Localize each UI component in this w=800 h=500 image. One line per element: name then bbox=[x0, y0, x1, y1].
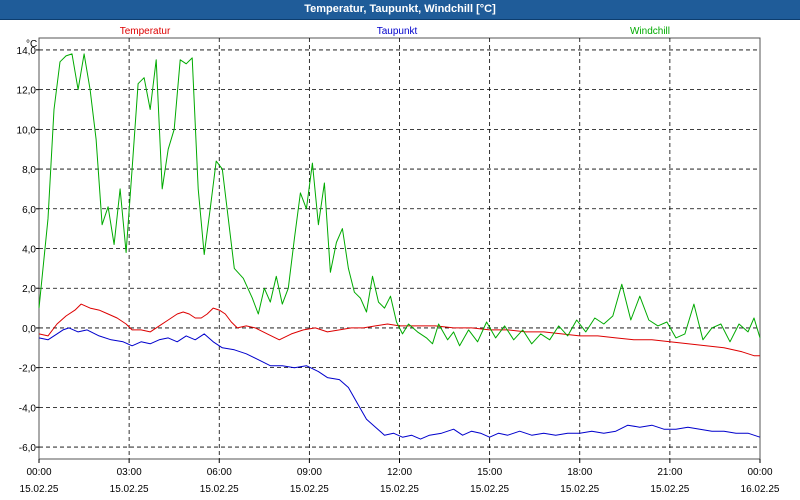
y-tick-label: 4,0 bbox=[22, 245, 36, 256]
y-tick-label: 6,0 bbox=[22, 205, 36, 216]
x-tick-time-label: 18:00 bbox=[567, 467, 592, 478]
y-tick-label: 12,0 bbox=[17, 86, 37, 97]
y-tick-label: -4,0 bbox=[19, 403, 37, 414]
chart-area: 14,012,010,08,06,04,02,00,0-2,0-4,0-6,0 … bbox=[17, 26, 780, 495]
y-tick-label: -6,0 bbox=[19, 443, 37, 454]
x-tick-time-label: 15:00 bbox=[477, 467, 502, 478]
x-tick-time-label: 12:00 bbox=[387, 467, 412, 478]
y-tick-label: 10,0 bbox=[17, 125, 37, 136]
x-tick-date-label: 15.02.25 bbox=[380, 484, 419, 495]
legend-entry-taupunkt: Taupunkt bbox=[377, 26, 418, 37]
x-tick-date-label: 15.02.25 bbox=[200, 484, 239, 495]
y-tick-label: 8,0 bbox=[22, 165, 36, 176]
x-tick-date-label: 15.02.25 bbox=[290, 484, 329, 495]
y-tick-label: 0,0 bbox=[22, 324, 36, 335]
y-axis-label: °C bbox=[26, 39, 37, 50]
y-tick-label: -2,0 bbox=[19, 364, 37, 375]
x-tick-date-label: 15.02.25 bbox=[20, 484, 59, 495]
x-tick-date-label: 16.02.25 bbox=[741, 484, 780, 495]
x-tick-date-label: 15.02.25 bbox=[470, 484, 509, 495]
legend-entry-temperatur: Temperatur bbox=[120, 26, 171, 37]
x-tick-time-label: 03:00 bbox=[117, 467, 142, 478]
chart-title: Temperatur, Taupunkt, Windchill [°C] bbox=[304, 3, 496, 15]
x-tick-date-label: 15.02.25 bbox=[560, 484, 599, 495]
x-tick-time-label: 21:00 bbox=[657, 467, 682, 478]
legend-entry-windchill: Windchill bbox=[630, 26, 670, 37]
x-tick-date-label: 15.02.25 bbox=[650, 484, 689, 495]
x-tick-date-label: 15.02.25 bbox=[110, 484, 149, 495]
x-tick-time-label: 09:00 bbox=[297, 467, 322, 478]
x-tick-time-label: 06:00 bbox=[207, 467, 232, 478]
x-tick-time-label: 00:00 bbox=[26, 467, 51, 478]
x-tick-time-label: 00:00 bbox=[747, 467, 772, 478]
y-tick-label: 2,0 bbox=[22, 284, 36, 295]
chart-title-bar: Temperatur, Taupunkt, Windchill [°C] bbox=[0, 0, 800, 20]
